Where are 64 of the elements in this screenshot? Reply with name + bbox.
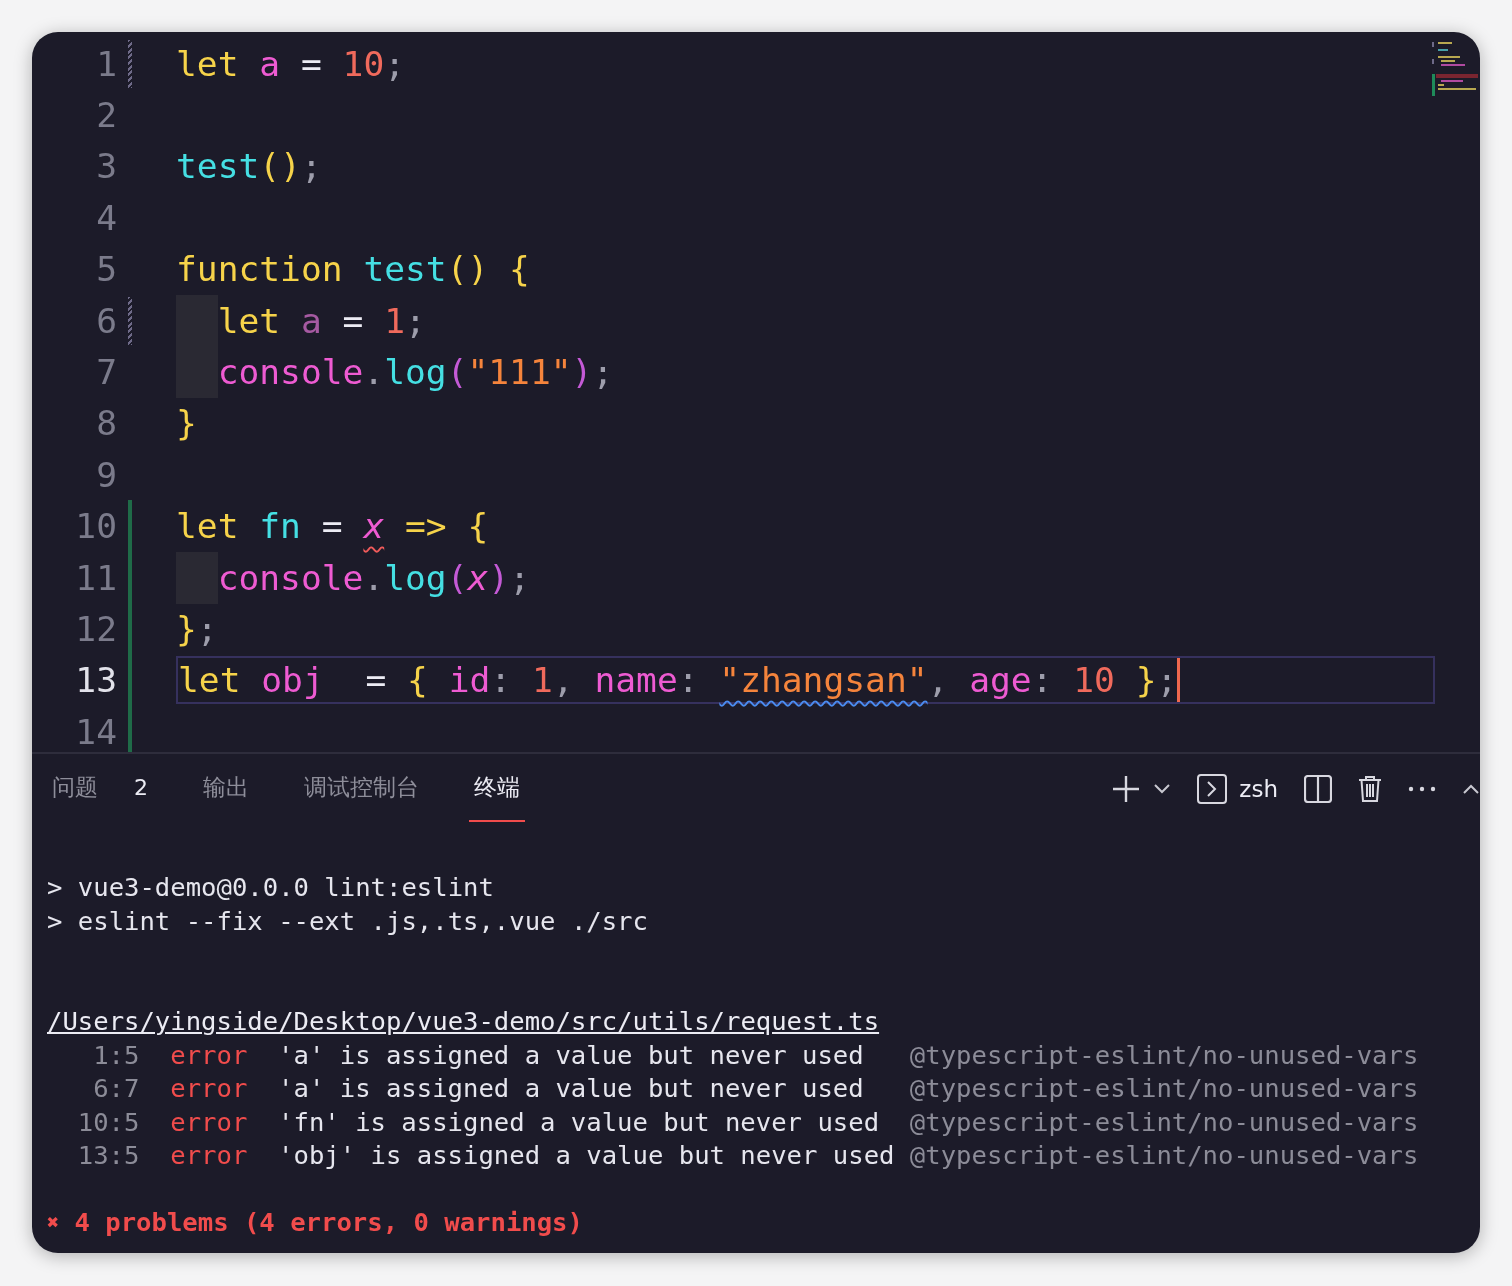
code-line: console.log("111");: [217, 351, 614, 395]
line-number: 9: [95, 454, 117, 495]
line-number: 7: [95, 352, 117, 393]
code-line: let obj = { id: 1, name: "zhangsan", age: 10 };: [178, 659, 1178, 703]
tab-label: 终端: [474, 772, 520, 802]
line-number: 11: [74, 557, 117, 598]
file-path-link[interactable]: /Users/yingside/Desktop/vue3-demo/src/utils/request.ts: [47, 1005, 880, 1039]
line-number: 5: [95, 249, 117, 290]
error-severity: error: [170, 1038, 248, 1072]
line-number: 12: [74, 609, 117, 649]
code-line: }: [176, 402, 197, 446]
code-line: let a = 10;: [176, 42, 406, 86]
text-cursor: [1177, 658, 1181, 703]
code-line: let fn = x => {: [176, 505, 489, 549]
code-line: function test() {: [176, 248, 530, 292]
line-number: 1: [95, 43, 117, 84]
chevron-down-icon[interactable]: [1153, 783, 1172, 795]
panel-tab[interactable]: 输出: [198, 754, 254, 822]
rule-name: @typescript-eslint/no-unused-vars: [909, 1072, 1419, 1105]
terminal-command: > eslint --fix --ext .js,.ts,.vue ./src: [47, 904, 649, 938]
shell-name[interactable]: zsh: [1239, 776, 1278, 802]
line-number: 14: [74, 711, 117, 752]
code-line: test();: [176, 145, 322, 189]
line-number: 6: [95, 300, 117, 341]
code-line: };: [176, 608, 218, 651]
error-icon: ✖: [47, 1206, 60, 1240]
tab-label: 调试控制台: [304, 772, 419, 802]
problem-count: 2: [134, 774, 148, 800]
trash-icon[interactable]: [1358, 775, 1382, 803]
terminal-command: > vue3-demo@0.0.0 lint:eslint: [47, 871, 495, 904]
line-number: 10: [74, 506, 117, 547]
error-location: 13:5: [76, 1139, 140, 1172]
error-message: 'fn' is assigned a value but never used: [278, 1105, 881, 1139]
error-location: 10:5: [76, 1105, 140, 1139]
tab-label: 输出: [203, 772, 249, 802]
line-number: 13: [74, 660, 117, 701]
code-line: console.log(x);: [217, 556, 530, 600]
chevron-up-icon[interactable]: [1462, 783, 1480, 795]
tab-label: 问题: [52, 772, 98, 802]
error-location: 6:7: [92, 1072, 140, 1105]
error-severity: error: [170, 1072, 248, 1105]
split-panel-icon[interactable]: [1304, 775, 1332, 803]
error-message: 'a' is assigned a value but never used: [278, 1038, 865, 1072]
line-number: 3: [95, 146, 117, 187]
error-location: 1:5: [92, 1038, 140, 1072]
panel-tab[interactable]: 调试控制台: [299, 754, 424, 822]
panel-tab[interactable]: 问题 2: [47, 754, 153, 822]
rule-name: @typescript-eslint/no-unused-vars: [909, 1139, 1419, 1172]
line-number: 4: [95, 197, 117, 238]
minimap-drawing: [1432, 40, 1478, 98]
line-number: 8: [95, 403, 117, 444]
line-number: 2: [95, 95, 117, 136]
error-message: 'a' is assigned a value but never used: [278, 1072, 865, 1105]
rule-name: @typescript-eslint/no-unused-vars: [909, 1105, 1419, 1139]
error-severity: error: [170, 1139, 248, 1172]
panel-tab[interactable]: 终端: [469, 754, 525, 822]
terminal-icon[interactable]: [1197, 774, 1228, 804]
problem-summary: 4 problems (4 errors, 0 warnings): [74, 1206, 583, 1239]
error-severity: error: [170, 1105, 248, 1139]
more-icon[interactable]: [1408, 786, 1436, 792]
error-message: 'obj' is assigned a value but never used: [278, 1139, 896, 1172]
code-line: let a = 1;: [217, 299, 426, 343]
rule-name: @typescript-eslint/no-unused-vars: [909, 1038, 1419, 1072]
plus-icon[interactable]: [1111, 774, 1142, 804]
